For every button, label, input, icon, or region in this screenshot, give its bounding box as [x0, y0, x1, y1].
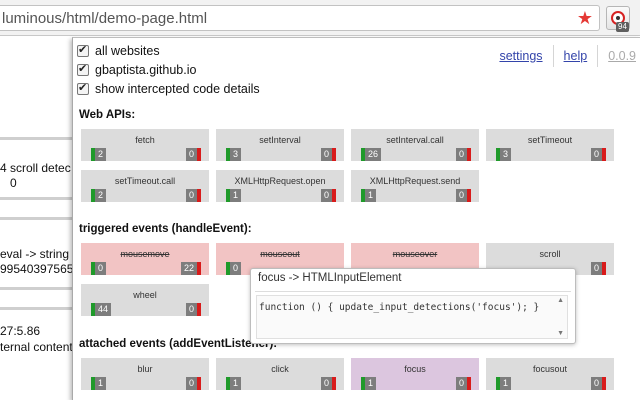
checkbox[interactable] [77, 62, 89, 76]
counter-cell-xmlhttprequest-send[interactable]: XMLHttpRequest.send 1 0 [351, 170, 479, 202]
allowed-count[interactable]: 1 [226, 189, 242, 202]
cell-label: setTimeout [527, 135, 573, 145]
allowed-count[interactable]: 2 [91, 148, 107, 161]
blocked-count[interactable]: 0 [320, 148, 336, 161]
allowed-count[interactable]: 1 [361, 189, 377, 202]
cell-label: setInterval [259, 135, 301, 145]
blocked-count[interactable]: 0 [185, 189, 201, 202]
cell-label: mouseout [260, 249, 300, 259]
allowed-count[interactable]: 1 [361, 377, 377, 390]
tooltip-title: focus -> HTMLInputElement [258, 272, 402, 284]
cell-label: setTimeout.call [114, 176, 176, 186]
code-textarea[interactable]: function () { update_input_detections('f… [256, 295, 568, 339]
counter-cell-setinterval[interactable]: setInterval 3 0 [216, 129, 344, 161]
blocked-count[interactable]: 0 [185, 303, 201, 316]
allowed-count[interactable]: 0 [91, 262, 107, 275]
divider [0, 197, 72, 200]
allowed-count[interactable]: 44 [91, 303, 112, 316]
allowed-count[interactable]: 26 [361, 148, 382, 161]
allowed-count[interactable]: 3 [226, 148, 242, 161]
divider [255, 291, 571, 292]
option-label: show intercepted code details [95, 82, 260, 96]
checkbox[interactable] [77, 43, 89, 57]
extension-badge: 94 [616, 22, 629, 32]
option-show-details[interactable]: show intercepted code details [77, 81, 260, 97]
blocked-count[interactable]: 0 [590, 262, 606, 275]
counter-cell-setinterval-call[interactable]: setInterval.call 26 0 [351, 129, 479, 161]
blocked-count[interactable]: 0 [320, 377, 336, 390]
counter-cell-settimeout-call[interactable]: setTimeout.call 2 0 [81, 170, 209, 202]
address-bar[interactable]: luminous/html/demo-page.html ★ [0, 5, 600, 31]
url-text[interactable]: luminous/html/demo-page.html [2, 10, 207, 27]
cell-label: wheel [133, 290, 157, 300]
blocked-count[interactable]: 22 [180, 262, 201, 275]
bg-line: 0 [10, 176, 17, 190]
header-links: settings help 0.0.9 [489, 44, 636, 68]
blocked-count[interactable]: 0 [590, 377, 606, 390]
option-site[interactable]: gbaptista.github.io [77, 62, 196, 78]
code-details-tooltip: focus -> HTMLInputElement function () { … [250, 268, 576, 344]
option-all-websites[interactable]: all websites [77, 43, 160, 59]
extension-popup: all websites gbaptista.github.io show in… [72, 37, 640, 400]
scroll-down-icon[interactable]: ▼ [557, 330, 564, 337]
bg-line: 4 scroll detec [0, 161, 71, 175]
cell-label: XMLHttpRequest.open [234, 176, 326, 186]
counter-cell-blur[interactable]: blur 1 0 [81, 358, 209, 390]
code-text: function () { update_input_detections('f… [259, 302, 540, 313]
cell-label: focus [404, 364, 426, 374]
divider [0, 287, 72, 290]
cell-label: fetch [135, 135, 155, 145]
cell-label: click [271, 364, 289, 374]
cell-label: mousemove [120, 249, 170, 259]
checkbox[interactable] [77, 81, 89, 95]
bg-line: 27:5.86 [0, 324, 41, 338]
cell-label: blur [137, 364, 153, 374]
allowed-count[interactable]: 1 [226, 377, 242, 390]
cell-label: XMLHttpRequest.send [369, 176, 461, 186]
option-label: gbaptista.github.io [95, 63, 197, 77]
cell-label: focusout [532, 364, 568, 374]
counter-cell-mousemove[interactable]: mousemove 0 22 [81, 243, 209, 275]
blocked-count[interactable]: 0 [590, 148, 606, 161]
cell-label: mouseover [392, 249, 438, 259]
section-web-apis: Web APIs: [79, 109, 136, 121]
browser-toolbar: luminous/html/demo-page.html ★ 94 [0, 0, 640, 36]
allowed-count[interactable]: 0 [226, 262, 242, 275]
background-page: 4 scroll detec 0 eval -> string 99540397… [0, 37, 72, 400]
counter-cell-focusout[interactable]: focusout 1 0 [486, 358, 614, 390]
cell-label: setInterval.call [386, 135, 444, 145]
bg-line: 99540397565 [0, 262, 72, 276]
allowed-count[interactable]: 3 [496, 148, 512, 161]
allowed-count[interactable]: 1 [496, 377, 512, 390]
divider [0, 307, 72, 310]
counter-cell-fetch[interactable]: fetch 2 0 [81, 129, 209, 161]
section-attached-events: attached events (addEventListener): [79, 338, 278, 350]
bg-line: ternal content [0, 340, 72, 354]
allowed-count[interactable]: 2 [91, 189, 107, 202]
divider [0, 137, 72, 140]
counter-cell-settimeout[interactable]: setTimeout 3 0 [486, 129, 614, 161]
section-triggered-events: triggered events (handleEvent): [79, 223, 252, 235]
bg-line: eval -> string [0, 247, 70, 261]
blocked-count[interactable]: 0 [320, 189, 336, 202]
blocked-count[interactable]: 0 [455, 189, 471, 202]
version-link[interactable]: 0.0.9 [598, 49, 636, 63]
blocked-count[interactable]: 0 [185, 377, 201, 390]
counter-cell-focus[interactable]: focus 1 0 [351, 358, 479, 390]
settings-link[interactable]: settings [489, 49, 552, 63]
cell-label: scroll [539, 249, 561, 259]
blocked-count[interactable]: 0 [185, 148, 201, 161]
allowed-count[interactable]: 1 [91, 377, 107, 390]
option-label: all websites [95, 44, 160, 58]
counter-cell-wheel[interactable]: wheel 44 0 [81, 284, 209, 316]
blocked-count[interactable]: 0 [455, 148, 471, 161]
blocked-count[interactable]: 0 [455, 377, 471, 390]
help-link[interactable]: help [554, 49, 598, 63]
counter-cell-click[interactable]: click 1 0 [216, 358, 344, 390]
divider [0, 217, 72, 220]
counter-cell-xmlhttprequest-open[interactable]: XMLHttpRequest.open 1 0 [216, 170, 344, 202]
bookmark-star-icon[interactable]: ★ [577, 8, 593, 28]
scroll-up-icon[interactable]: ▲ [557, 297, 564, 304]
